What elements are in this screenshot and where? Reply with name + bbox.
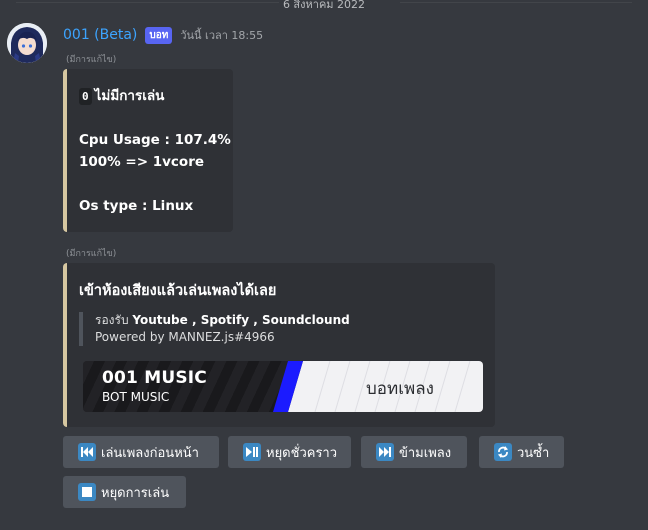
support-prefix: รองรับ xyxy=(95,313,129,327)
play-pause-icon xyxy=(243,443,261,461)
edited-label: (มีการแก้ไข) xyxy=(66,55,117,65)
powered-by: Powered by MANNEZ.js#4966 xyxy=(95,330,275,344)
status-embed: 0 ไม่มีการเล่น Cpu Usage : 107.4% 100% =>… xyxy=(63,69,233,232)
stop-icon xyxy=(78,483,96,501)
banner-label: บอทเพลง xyxy=(366,379,434,399)
code-chip: 0 xyxy=(79,88,92,105)
stop-button[interactable]: หยุดการเล่น xyxy=(63,476,186,508)
loop-label: วนซ้ำ xyxy=(517,445,550,461)
skip-button[interactable]: ข้ามเพลง xyxy=(361,436,467,468)
support-line: รองรับ Youtube , Spotify , Soundclound xyxy=(95,312,483,329)
username[interactable]: 001 (Beta) xyxy=(63,27,137,43)
date-divider-text: 6 สิงหาคม 2022 xyxy=(278,0,370,11)
previous-track-button[interactable]: เล่นเพลงก่อนหน้า xyxy=(63,436,219,468)
message-header: 001 (Beta) บอท วันนี้ เวลา 18:55 xyxy=(63,25,263,45)
support-services: Youtube , Spotify , Soundclound xyxy=(132,313,350,327)
skip-label: ข้ามเพลง xyxy=(399,445,452,461)
cpu-note: 100% => 1vcore xyxy=(79,154,205,170)
edited-label-2: (มีการแก้ไข) xyxy=(66,249,117,259)
playback-status: 0 ไม่มีการเล่น xyxy=(79,85,221,107)
timestamp[interactable]: วันนี้ เวลา 18:55 xyxy=(180,26,263,44)
loop-button[interactable]: วนซ้ำ xyxy=(479,436,564,468)
pause-button[interactable]: หยุดชั่วคราว xyxy=(228,436,351,468)
stop-label: หยุดการเล่น xyxy=(101,485,170,501)
music-embed: เข้าห้องเสียงแล้วเล่นเพลงได้เลย รองรับ Y… xyxy=(63,263,495,427)
next-track-icon xyxy=(376,443,394,461)
playback-status-text: ไม่มีการเล่น xyxy=(94,88,165,104)
previous-track-icon xyxy=(78,443,96,461)
cpu-usage: Cpu Usage : 107.4% xyxy=(79,132,231,148)
repeat-icon xyxy=(494,443,512,461)
os-type: Os type : Linux xyxy=(79,198,194,214)
avatar[interactable] xyxy=(7,23,47,63)
banner-title: 001 MUSIC xyxy=(102,368,207,388)
date-divider: 6 สิงหาคม 2022 xyxy=(0,0,648,11)
music-banner-image[interactable]: 001 MUSIC BOT MUSIC บอทเพลง xyxy=(83,361,483,412)
pause-label: หยุดชั่วคราว xyxy=(266,445,338,461)
blockquote: รองรับ Youtube , Spotify , Soundclound P… xyxy=(79,312,483,346)
banner-subtitle: BOT MUSIC xyxy=(102,390,170,404)
previous-track-label: เล่นเพลงก่อนหน้า xyxy=(101,445,199,461)
bot-tag: บอท xyxy=(145,26,173,44)
embed-title: เข้าห้องเสียงแล้วเล่นเพลงได้เลย xyxy=(79,283,277,299)
